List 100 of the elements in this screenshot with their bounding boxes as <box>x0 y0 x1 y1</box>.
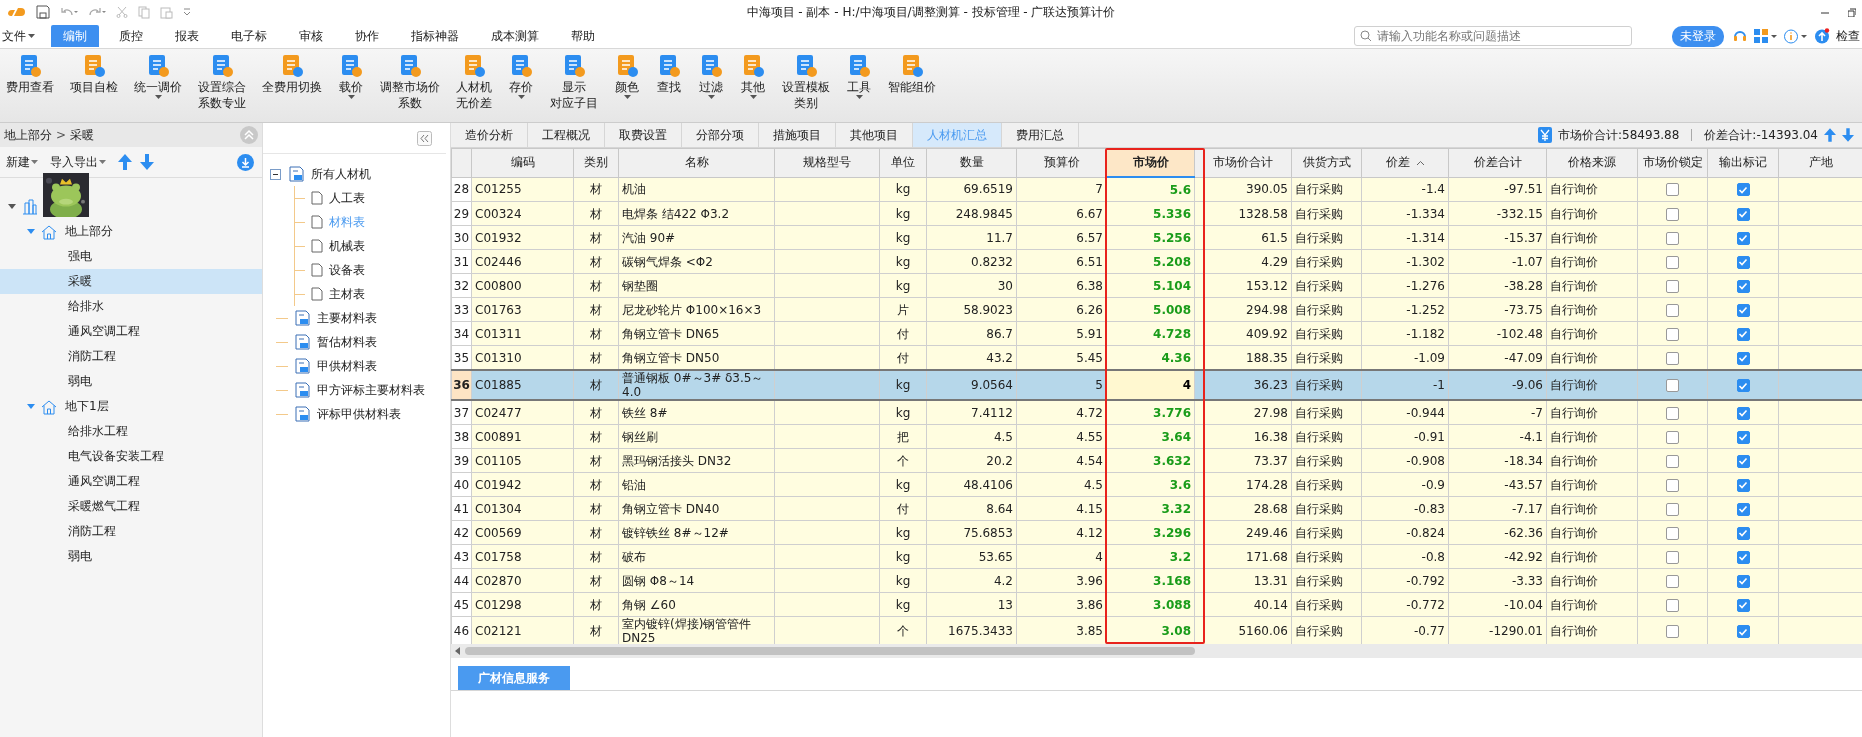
checkbox[interactable] <box>1736 574 1750 588</box>
checkbox[interactable] <box>1666 183 1679 197</box>
table-row[interactable]: 44 C02870 材 圆钢 Φ8～14 kg 4.2 3.96 3.168 13.31 自行采购 -0.792 -3.33 自行询价 <box>451 568 1862 593</box>
collapse-box-icon[interactable] <box>270 168 281 180</box>
tree-item[interactable]: 地下1层 <box>0 394 262 419</box>
checkbox[interactable] <box>1736 207 1750 221</box>
column-header[interactable]: 市场价合计 <box>1194 148 1292 177</box>
checkbox[interactable] <box>1736 625 1750 638</box>
checkbox[interactable] <box>1666 598 1679 612</box>
move-down-icon[interactable] <box>140 154 154 170</box>
ribbon-button[interactable]: 载价 <box>334 53 368 99</box>
table-row[interactable]: 30 C01932 材 汽油 90# kg 11.7 6.57 5.256 61.5 自行采购 -1.314 -15.37 自行询价 <box>451 225 1862 250</box>
tree-item[interactable]: 消防工程 <box>0 344 262 369</box>
tree-item[interactable]: 通风空调工程 <box>0 319 262 344</box>
checkbox[interactable] <box>1736 255 1750 269</box>
table-row[interactable]: 42 C00569 材 镀锌铁丝 8#～12# kg 75.6853 4.12 3.296 249.46 自行采购 -0.824 -62.36 自行询价 <box>451 520 1862 545</box>
menu-item[interactable]: 成本测算 <box>479 25 551 47</box>
column-header[interactable]: 价差 <box>1361 148 1449 177</box>
checkbox[interactable] <box>1736 550 1750 564</box>
tree-item[interactable]: 主材表 <box>295 282 450 306</box>
checkbox[interactable] <box>1666 255 1679 269</box>
column-header[interactable]: 预算价 <box>1016 148 1107 177</box>
checkbox[interactable] <box>1666 526 1679 540</box>
ribbon-button[interactable]: 设置模板 类别 <box>778 53 834 111</box>
table-row[interactable]: 37 C02477 材 铁丝 8# kg 7.4112 4.72 3.776 27.98 自行采购 -0.944 -7 自行询价 <box>451 400 1862 425</box>
tree-item[interactable]: 弱电 <box>0 544 262 569</box>
expand-caret-icon[interactable] <box>27 229 35 234</box>
table-row[interactable]: 43 C01758 材 破布 kg 53.65 4 3.2 171.68 自行采购 -0.8 -42.92 自行询价 <box>451 544 1862 569</box>
table-row[interactable]: 45 C01298 材 角钢 ∠60 kg 13 3.86 3.088 40.14 自行采购 -0.772 -10.04 自行询价 <box>451 592 1862 617</box>
info-icon[interactable] <box>1784 28 1808 44</box>
menu-item[interactable]: 帮助 <box>559 25 607 47</box>
ribbon-button[interactable]: 设置综合 系数专业 <box>194 53 250 111</box>
menu-item[interactable]: 指标神器 <box>399 25 471 47</box>
tree-item[interactable]: 消防工程 <box>0 519 262 544</box>
checkbox[interactable] <box>1736 327 1750 341</box>
tree-item[interactable]: 通风空调工程 <box>0 469 262 494</box>
tree-item[interactable]: 给排水工程 <box>0 419 262 444</box>
move-up-icon[interactable] <box>1824 127 1836 143</box>
expand-caret-icon[interactable] <box>8 204 16 209</box>
paste-icon[interactable] <box>160 5 173 19</box>
checkbox[interactable] <box>1736 454 1750 468</box>
search-field[interactable]: 请输入功能名称或问题描述 <box>1354 26 1632 46</box>
toolbar-menu[interactable]: 新建 <box>6 153 38 171</box>
tree-item[interactable]: 甲供材料表 <box>270 354 450 378</box>
tab[interactable]: 工程概况 <box>528 123 605 147</box>
column-header[interactable]: 供货方式 <box>1291 148 1362 177</box>
checkbox[interactable] <box>1736 430 1750 444</box>
menu-item[interactable]: 电子标 <box>219 25 279 47</box>
checkbox[interactable] <box>1666 478 1679 492</box>
checkbox[interactable] <box>1666 550 1679 564</box>
table-row[interactable]: 31 C02446 材 碳钢气焊条 <Φ2 kg 0.8232 6.51 5.208 4.29 自行采购 -1.302 -1.07 自行询价 <box>451 249 1862 274</box>
table-row[interactable]: 29 C00324 材 电焊条 结422 Φ3.2 kg 248.9845 6.67 5.336 1328.58 自行采购 -1.334 -332.15 自行询价 <box>451 201 1862 226</box>
checkbox[interactable] <box>1736 183 1750 197</box>
ribbon-button[interactable]: 查找 <box>652 53 686 95</box>
apps-icon[interactable] <box>1754 29 1778 43</box>
table-row[interactable]: 40 C01942 材 铅油 kg 48.4106 4.5 3.6 174.28 自行采购 -0.9 -43.57 自行询价 <box>451 472 1862 497</box>
ribbon-button[interactable]: 全费用切换 <box>258 53 326 95</box>
table-row[interactable]: 41 C01304 材 角钢立管卡 DN40 付 8.64 4.15 3.32 28.68 自行采购 -0.83 -7.17 自行询价 <box>451 496 1862 521</box>
headset-icon[interactable] <box>1732 28 1748 44</box>
ribbon-button[interactable]: 过滤 <box>694 53 728 99</box>
tree-item[interactable]: 机械表 <box>295 234 450 258</box>
table-row[interactable]: 39 C01105 材 黑玛钢活接头 DN32 个 20.2 4.54 3.632 73.37 自行采购 -0.908 -18.34 自行询价 <box>451 448 1862 473</box>
restore-icon[interactable] <box>1848 7 1856 17</box>
checkbox[interactable] <box>1736 406 1750 420</box>
tab[interactable]: 造价分析 <box>451 123 528 147</box>
column-header[interactable]: 输出标记 <box>1707 148 1779 177</box>
column-header[interactable]: 价差合计 <box>1448 148 1547 177</box>
redo-icon[interactable] <box>88 6 106 18</box>
table-row[interactable]: 35 C01310 材 角钢立管卡 DN50 付 43.2 5.45 4.36 188.35 自行采购 -1.09 -47.09 自行询价 <box>451 345 1862 370</box>
checkbox[interactable] <box>1736 526 1750 540</box>
upgrade-icon[interactable] <box>1814 28 1830 44</box>
ribbon-button[interactable]: 其他 <box>736 53 770 99</box>
tree-item[interactable]: 设备表 <box>295 258 450 282</box>
tab[interactable]: 措施项目 <box>759 123 836 147</box>
tree-item[interactable]: 弱电 <box>0 369 262 394</box>
toolbar-menu[interactable]: 导入导出 <box>50 153 106 171</box>
tree-item[interactable]: 采暖 <box>0 269 262 294</box>
checkbox[interactable] <box>1666 406 1679 420</box>
scrollbar[interactable] <box>451 644 1862 658</box>
table-row[interactable]: 36 C01885 材 普通钢板 0#～3# δ3.5～4.0 kg 9.0564 5 4 36.23 自行采购 -1 -9.06 自行询价 <box>451 370 1862 400</box>
checkbox[interactable] <box>1666 502 1679 516</box>
menu-item[interactable]: 质控 <box>107 25 155 47</box>
checkbox[interactable] <box>1666 279 1679 293</box>
checkbox[interactable] <box>1666 231 1679 245</box>
ribbon-button[interactable]: 存价 <box>504 53 538 99</box>
tree-item[interactable]: 采暖燃气工程 <box>0 494 262 519</box>
checkbox[interactable] <box>1736 502 1750 516</box>
ribbon-button[interactable]: 工具 <box>842 53 876 99</box>
download-icon[interactable] <box>237 153 254 171</box>
collapse-panel-icon[interactable] <box>417 130 432 146</box>
move-up-icon[interactable] <box>118 154 132 170</box>
save-icon[interactable] <box>36 5 50 19</box>
tree-item[interactable]: 评标甲供材料表 <box>270 402 450 426</box>
table-row[interactable]: 32 C00800 材 钢垫圈 kg 30 6.38 5.104 153.12 自行采购 -1.276 -38.28 自行询价 <box>451 273 1862 298</box>
checkbox[interactable] <box>1736 351 1750 365</box>
breadcrumb-item[interactable]: 地上部分 <box>4 126 52 144</box>
ribbon-button[interactable]: 统一调价 <box>130 53 186 99</box>
table-row[interactable]: 34 C01311 材 角钢立管卡 DN65 付 86.7 5.91 4.728 409.92 自行采购 -1.182 -102.48 自行询价 <box>451 321 1862 346</box>
tab[interactable]: 费用汇总 <box>1002 123 1079 147</box>
ribbon-button[interactable]: 显示 对应子目 <box>546 53 602 111</box>
